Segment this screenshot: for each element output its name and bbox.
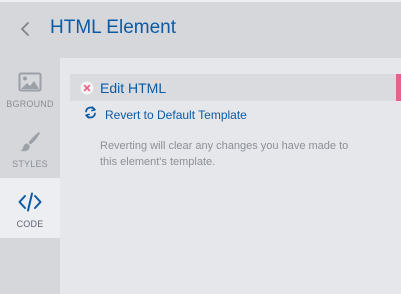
- panel-header: HTML Element: [0, 0, 401, 58]
- edit-html-button[interactable]: Edit HTML: [70, 74, 401, 101]
- edit-html-label: Edit HTML: [100, 79, 167, 96]
- refresh-icon: [84, 106, 97, 124]
- close-circle-icon: [80, 81, 94, 95]
- html-element-panel: HTML Element BGROUND STYLES CODE Edit HT…: [0, 0, 401, 294]
- chevron-left-icon: [20, 21, 30, 41]
- revert-template-label: Revert to Default Template: [105, 108, 247, 122]
- revert-template-link[interactable]: Revert to Default Template: [84, 106, 247, 124]
- sidebar-item-label: CODE: [16, 219, 44, 229]
- code-panel: Edit HTML Revert to Default Template Rev…: [60, 58, 401, 294]
- paintbrush-icon: [18, 130, 42, 154]
- back-button[interactable]: [16, 21, 34, 41]
- sidebar-item-styles[interactable]: STYLES: [0, 118, 60, 178]
- image-icon: [18, 70, 42, 94]
- page-title: HTML Element: [50, 17, 176, 38]
- sidebar-item-bground[interactable]: BGROUND: [0, 58, 60, 118]
- active-indicator: [396, 74, 401, 101]
- code-icon: [18, 190, 42, 214]
- revert-description: Reverting will clear any changes you hav…: [100, 140, 349, 168]
- sidebar-item-label: BGROUND: [6, 99, 54, 109]
- sidebar: BGROUND STYLES CODE: [0, 58, 60, 294]
- sidebar-item-label: STYLES: [12, 159, 48, 169]
- sidebar-item-code[interactable]: CODE: [0, 178, 60, 238]
